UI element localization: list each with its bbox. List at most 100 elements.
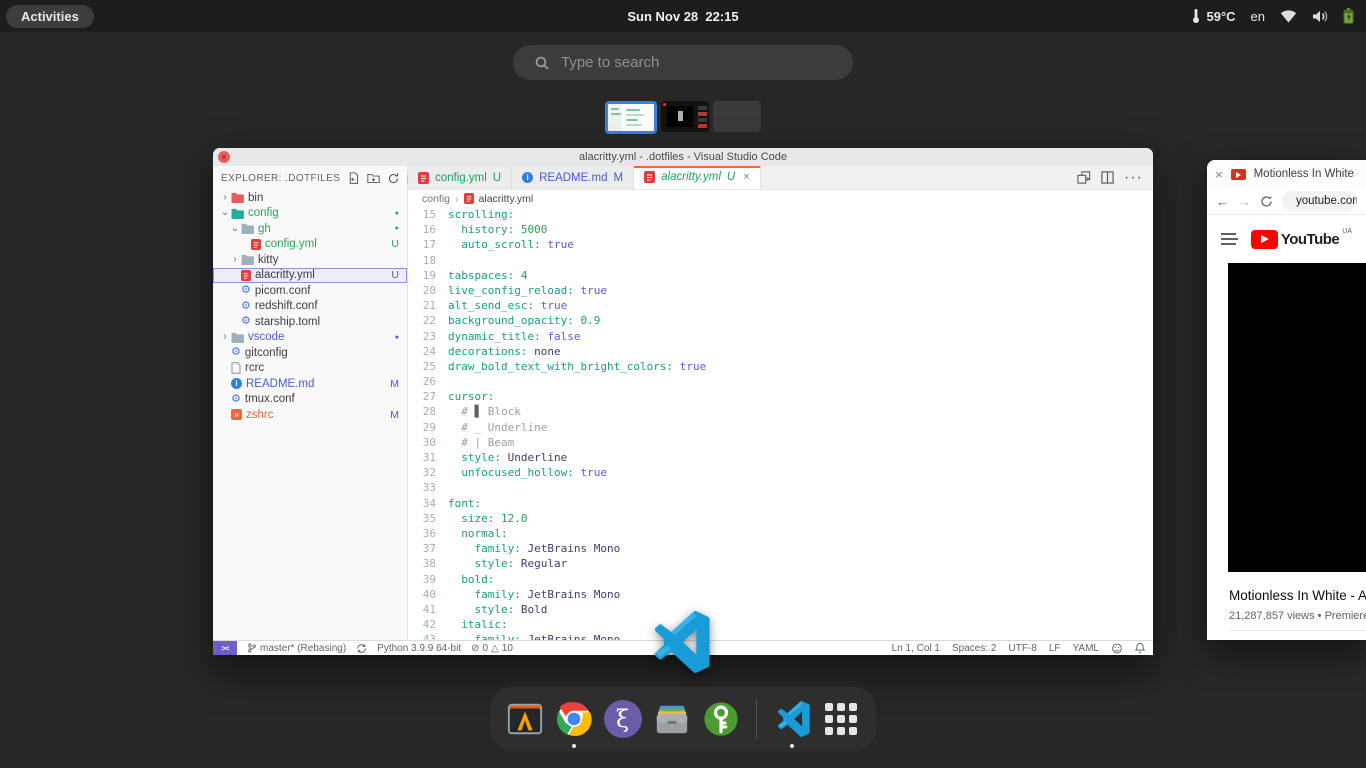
- git-branch-status[interactable]: master* (Rebasing): [247, 642, 346, 654]
- workspace-thumbnail-3[interactable]: [713, 101, 761, 132]
- tree-item-tmux-conf[interactable]: ⚙tmux.conf: [213, 392, 407, 408]
- chrome-toolbar: ← → youtube.com/wa: [1207, 188, 1366, 215]
- code-line: 31 style: Underline: [408, 450, 1153, 465]
- split-editor-icon[interactable]: [1101, 171, 1114, 184]
- tab-config-yml[interactable]: config.yml U: [408, 166, 512, 189]
- breadcrumb[interactable]: config › alacritty.yml: [408, 190, 1153, 207]
- tree-item-readme-md[interactable]: iREADME.mdM: [213, 376, 407, 392]
- tree-item-config[interactable]: ⌄config●: [213, 206, 407, 222]
- tree-item-gh[interactable]: ⌄gh●: [213, 221, 407, 237]
- code-line: 18: [408, 253, 1153, 268]
- line-number: 36: [408, 526, 448, 541]
- bell-icon[interactable]: [1135, 642, 1145, 654]
- tree-item-bin[interactable]: ›bin: [213, 190, 407, 206]
- code-line: 42 italic:: [408, 617, 1153, 632]
- chrome-tab-title[interactable]: Motionless In White -: [1254, 168, 1358, 180]
- tree-item-gitconfig[interactable]: ⚙gitconfig: [213, 345, 407, 361]
- language-mode[interactable]: YAML: [1073, 643, 1100, 654]
- chevron-right-icon: ›: [455, 193, 459, 205]
- tree-item-config-yml[interactable]: config.ymlU: [213, 237, 407, 253]
- clock[interactable]: Sun Nov 28 22:15: [627, 9, 738, 24]
- more-actions-icon[interactable]: ···: [1124, 169, 1143, 187]
- refresh-icon[interactable]: [387, 172, 400, 185]
- code-editor[interactable]: 15scrolling:16 history: 500017 auto_scro…: [408, 207, 1153, 640]
- line-number: 20: [408, 283, 448, 298]
- cursor-position[interactable]: Ln 1, Col 1: [892, 643, 940, 654]
- tree-item-redshift-conf[interactable]: ⚙redshift.conf: [213, 299, 407, 315]
- problems-status[interactable]: ⊘ 0 △ 10: [471, 643, 513, 654]
- chevron-icon: ›: [229, 255, 241, 265]
- tree-item-alacritty-yml[interactable]: alacritty.ymlU: [213, 268, 407, 284]
- video-player[interactable]: [1228, 263, 1366, 572]
- mini-line: [611, 108, 619, 110]
- interpreter-label: Python 3.9.9 64-bit: [377, 643, 461, 654]
- dock-app-files[interactable]: [652, 699, 691, 739]
- system-tray[interactable]: 59°C en: [1191, 8, 1354, 24]
- sync-icon[interactable]: [356, 643, 367, 654]
- hamburger-menu-icon[interactable]: [1221, 233, 1236, 245]
- indentation[interactable]: Spaces: 2: [952, 643, 996, 654]
- close-icon[interactable]: ×: [1215, 167, 1223, 182]
- dock-app-vscode[interactable]: [773, 699, 812, 739]
- dock-app-alacritty[interactable]: [505, 699, 544, 739]
- running-indicator: [572, 744, 576, 748]
- warning-count: 10: [502, 643, 513, 654]
- close-icon[interactable]: ×: [743, 171, 749, 183]
- workspace-thumbnail-1[interactable]: [605, 101, 657, 134]
- tree-item-rcrc[interactable]: rcrc: [213, 361, 407, 377]
- remote-indicator[interactable]: ><: [213, 641, 237, 655]
- tree-item-vscode[interactable]: ›vscode●: [213, 330, 407, 346]
- encoding[interactable]: UTF-8: [1008, 643, 1036, 654]
- dock-app-chrome[interactable]: [554, 699, 593, 739]
- reload-icon[interactable]: [1260, 195, 1273, 208]
- new-file-icon[interactable]: [347, 172, 360, 185]
- keyboard-layout[interactable]: en: [1251, 9, 1265, 24]
- mini-line: [626, 119, 638, 121]
- activities-button[interactable]: Activities: [6, 5, 94, 28]
- open-changes-icon[interactable]: [1077, 171, 1091, 184]
- forward-icon[interactable]: →: [1238, 194, 1251, 209]
- tree-item-zshrc[interactable]: »zshrcM: [213, 407, 407, 423]
- line-number: 35: [408, 511, 448, 526]
- file-tree: ›bin⌄config●⌄gh●config.ymlU›kittyalacrit…: [213, 190, 407, 640]
- yaml-file-icon: [241, 270, 251, 281]
- line-number: 34: [408, 496, 448, 511]
- line-number: 42: [408, 617, 448, 632]
- back-icon[interactable]: ←: [1216, 194, 1229, 209]
- search-input[interactable]: Type to search: [513, 45, 853, 80]
- show-applications-button[interactable]: [822, 699, 861, 739]
- files-icon: [653, 700, 691, 738]
- code-line: 43 family: JetBrains Mono: [408, 632, 1153, 640]
- line-number: 28: [408, 404, 448, 419]
- line-number: 17: [408, 237, 448, 252]
- feedback-smiley-icon[interactable]: [1111, 643, 1123, 654]
- address-bar[interactable]: youtube.com/wa: [1282, 191, 1357, 211]
- volume-icon: [1312, 10, 1328, 23]
- youtube-header: YouTube UA: [1207, 215, 1366, 263]
- youtube-logo[interactable]: YouTube UA: [1251, 230, 1352, 249]
- tree-item-starship-toml[interactable]: ⚙starship.toml: [213, 314, 407, 330]
- python-interpreter[interactable]: Python 3.9.9 64-bit: [377, 643, 461, 654]
- code-line: 28 # ▋ Block: [408, 404, 1153, 419]
- explorer-sidebar: EXPLORER: .DOTFILES: [213, 166, 408, 640]
- tree-item-picom-conf[interactable]: ⚙picom.conf: [213, 283, 407, 299]
- tab-readme-md[interactable]: i README.md M: [512, 166, 634, 189]
- info-icon: i: [231, 378, 242, 389]
- tree-item-label: bin: [248, 192, 263, 204]
- tree-item-label: config: [248, 207, 279, 219]
- tree-item-kitty[interactable]: ›kitty: [213, 252, 407, 268]
- breadcrumb-file[interactable]: alacritty.yml: [479, 193, 534, 205]
- vscode-logo-drag-ghost[interactable]: [648, 611, 710, 673]
- new-folder-icon[interactable]: [367, 172, 380, 185]
- gear-icon: ⚙: [241, 285, 251, 296]
- breadcrumb-folder[interactable]: config: [422, 193, 450, 205]
- workspace-thumbnail-2[interactable]: [661, 101, 709, 132]
- tab-alacritty-yml[interactable]: alacritty.yml U ×: [634, 166, 761, 189]
- tree-item-label: rcrc: [245, 362, 264, 374]
- vscode-titlebar[interactable]: × alacritty.yml - .dotfiles - Visual Stu…: [213, 148, 1153, 166]
- dock-app-emacs[interactable]: ξ: [603, 699, 642, 739]
- line-number: 39: [408, 572, 448, 587]
- close-icon[interactable]: ×: [218, 151, 230, 163]
- dock-app-keepassxc[interactable]: [701, 699, 740, 739]
- eol[interactable]: LF: [1049, 643, 1061, 654]
